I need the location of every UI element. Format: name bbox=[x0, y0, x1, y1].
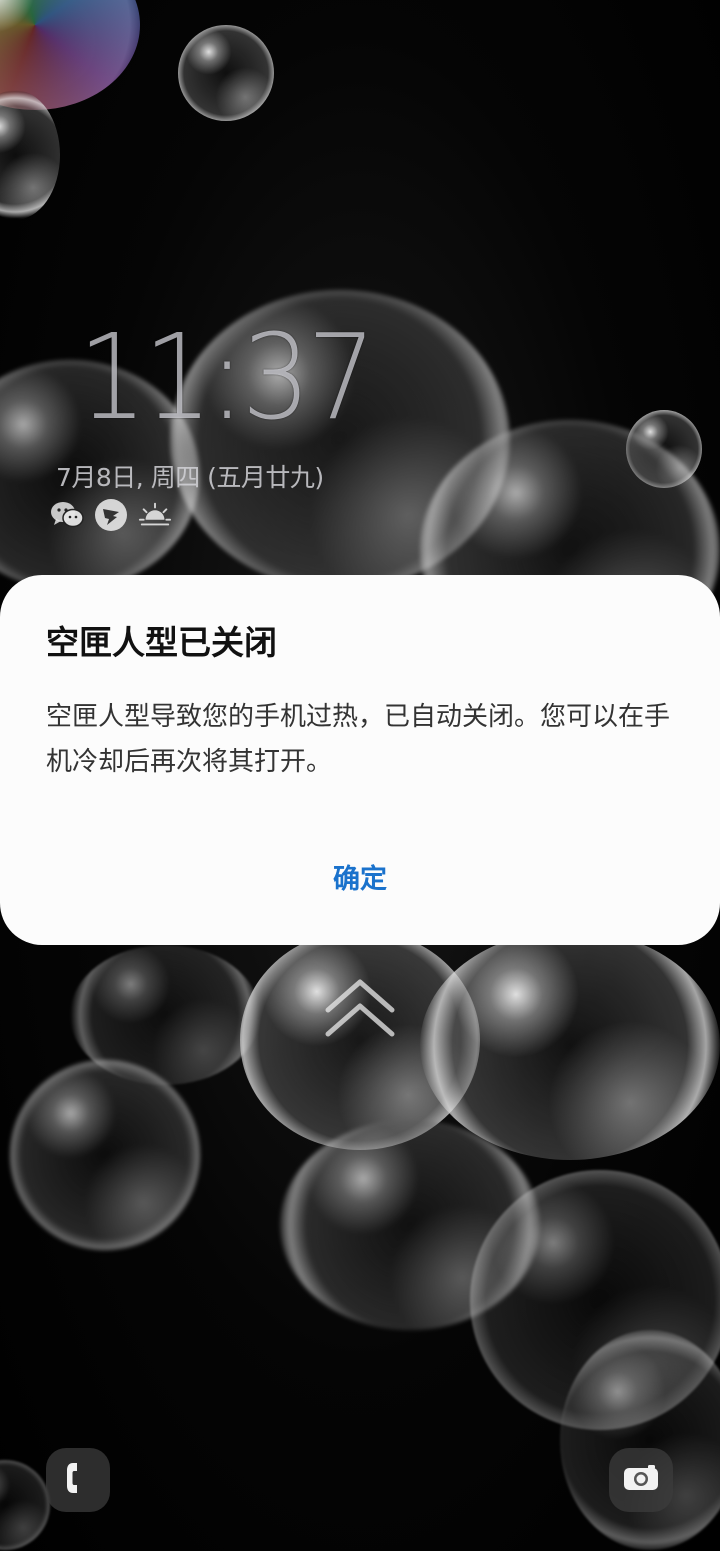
notification-icons bbox=[50, 498, 172, 532]
dialog-message: 空匣人型导致您的手机过热，已自动关闭。您可以在手机冷却后再次将其打开。 bbox=[46, 702, 671, 778]
dingtalk-icon bbox=[94, 498, 128, 532]
phone-icon bbox=[63, 1460, 93, 1500]
lock-clock: 11:37 bbox=[78, 308, 376, 446]
phone-shortcut[interactable] bbox=[46, 1448, 110, 1512]
confirm-button[interactable]: 确定 bbox=[0, 857, 720, 896]
camera-icon bbox=[622, 1463, 660, 1497]
weather-sunrise-icon bbox=[138, 498, 172, 532]
lock-screen: 11:37 7月8日, 周四 (五月廿九) 空匣人型已关闭 空匣人型导致您的手机… bbox=[0, 0, 720, 1551]
chevron-up-icon bbox=[322, 972, 398, 1042]
lock-date: 7月8日, 周四 (五月廿九) bbox=[56, 463, 324, 492]
camera-shortcut[interactable] bbox=[609, 1448, 673, 1512]
wechat-icon bbox=[50, 498, 84, 532]
dialog-title: 空匣人型已关闭 bbox=[46, 623, 277, 662]
overheat-dialog: 空匣人型已关闭 空匣人型导致您的手机过热，已自动关闭。您可以在手机冷却后再次将其… bbox=[0, 575, 720, 945]
